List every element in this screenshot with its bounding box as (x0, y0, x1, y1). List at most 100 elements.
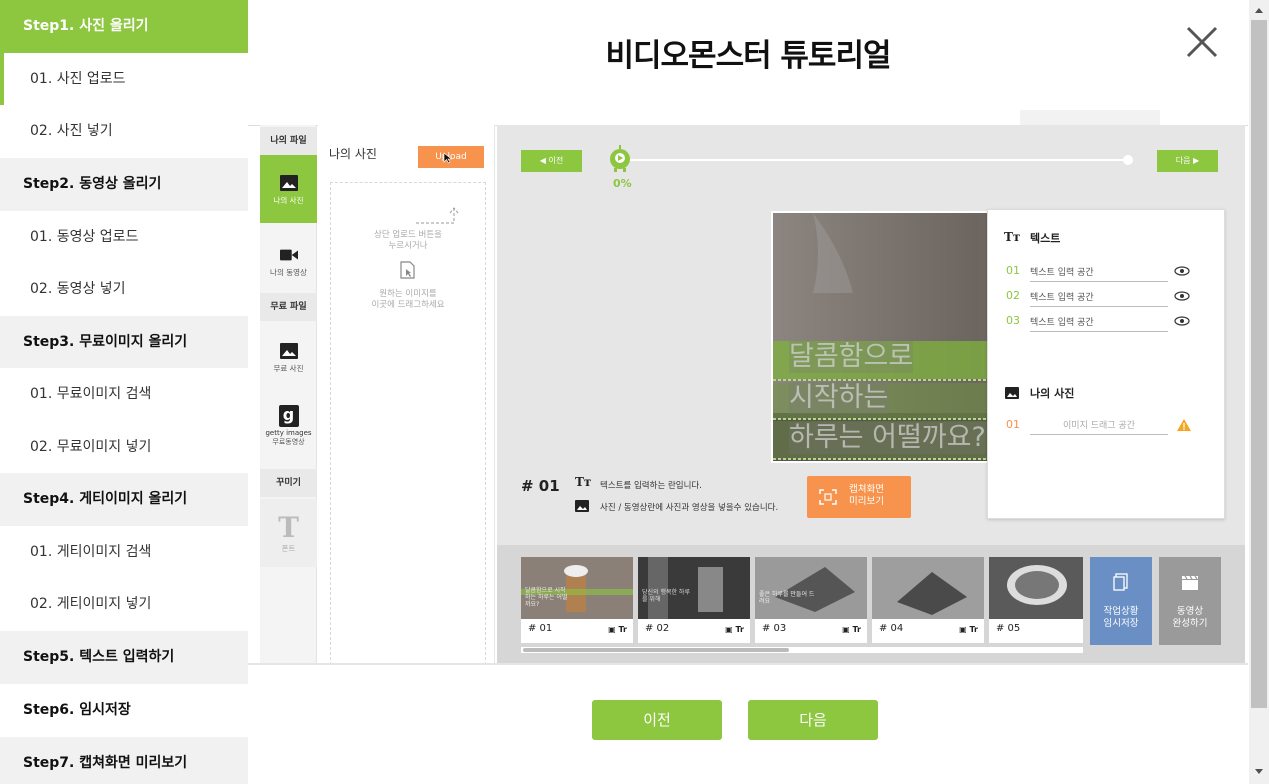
stage-text-line2[interactable]: 시작하는 (789, 382, 889, 414)
photo-drop-field[interactable]: 이미지 드래그 공간 (1030, 418, 1168, 435)
eye-icon[interactable] (1174, 316, 1190, 326)
photo-row-num: 01 (1006, 418, 1020, 431)
sidebar-sub-4-1[interactable]: 01. 게티이미지 검색 (0, 526, 248, 578)
tab-my-photo[interactable]: 나의 사진 (260, 155, 317, 223)
close-icon[interactable] (1184, 24, 1220, 60)
text-row-3-num: 03 (1006, 314, 1020, 327)
sidebar-sub-3-1[interactable]: 01. 무료이미지 검색 (0, 368, 248, 420)
sidebar-step-5[interactable]: Step5. 텍스트 입력하기 (0, 631, 248, 684)
capture-preview-l1: 캡쳐화면 (849, 484, 884, 495)
thumb-caption: 달콤함으로 시작하는 하루는 어떨까요? (525, 587, 568, 608)
scene-thumb-2[interactable]: 당신의 행복한 하루를 위해 # 02 ▣ Tr (638, 557, 750, 643)
text-header: 텍스트 (1030, 232, 1061, 245)
sidebar-step-7[interactable]: Step7. 캡쳐화면 미리보기 (0, 737, 248, 784)
sidebar-step-4[interactable]: Step4. 게티이미지 올리기 (0, 473, 248, 526)
timeline-track (617, 159, 1129, 161)
timeline-prev-button[interactable]: ◀ 이전 (521, 150, 582, 172)
video-camera-icon (279, 249, 298, 261)
upload-hint-line1: 상단 업로드 버튼을 (374, 230, 442, 240)
tab-font-label: 폰트 (281, 544, 296, 553)
scrollbar-thumb[interactable] (1251, 20, 1267, 708)
save-document-icon (1113, 573, 1128, 591)
photo-header: 나의 사진 (1030, 387, 1075, 400)
thumb-caption: 당신의 행복한 하루를 위해 (642, 589, 690, 603)
sidebar-step-6[interactable]: Step6. 임시저장 (0, 684, 248, 737)
text-row-1-input[interactable]: 텍스트 입력 공간 (1030, 265, 1168, 282)
sidebar-sub-3-2[interactable]: 02. 무료이미지 넣기 (0, 421, 248, 473)
scene-text-hint: 텍스트를 입력하는 란입니다. (600, 481, 702, 491)
tab-head-free-files: 무료 파일 (260, 293, 317, 321)
sidebar-sub-1-1[interactable]: 01. 사진 업로드 (0, 53, 248, 105)
sidebar-sub-4-2[interactable]: 02. 게티이미지 넣기 (0, 578, 248, 630)
getty-label: getty images (265, 429, 312, 437)
thumb-type-icons: ▣ Tr (842, 625, 861, 634)
tab-head-my-files: 나의 파일 (260, 127, 317, 155)
thumb-scroll-thumb[interactable] (523, 648, 789, 652)
temp-save-button[interactable]: 작업상황 임시저장 (1090, 557, 1152, 645)
upload-hint-line2: 누르시거나 (388, 241, 428, 251)
scene-thumbnail-bar: 달콤함으로 시작하는 하루는 어떨까요? # 01 ▣ Tr 당신의 행복한 하… (497, 545, 1245, 665)
timeline-next-button[interactable]: 다음 ▶ (1157, 150, 1218, 172)
thumb-caption: 좋은 하루를 만들어 드려요 (759, 591, 815, 605)
tab-free-video-label: 무료동영상 (272, 438, 305, 446)
tab-font[interactable]: T 폰트 (260, 499, 317, 567)
scene-thumb-1[interactable]: 달콤함으로 시작하는 하루는 어떨까요? # 01 ▣ Tr (521, 557, 633, 643)
next-button[interactable]: 다음 (748, 700, 878, 740)
app-preview: 나의 파일 나의 사진 나의 동영상 무료 파일 무료 사진 g getty i… (248, 125, 1248, 665)
scene-thumb-5[interactable]: # 05 (989, 557, 1083, 643)
file-tabs: 나의 파일 나의 사진 나의 동영상 무료 파일 무료 사진 g getty i… (260, 125, 317, 665)
text-input-panel: Tт 텍스트 01 텍스트 입력 공간 02 텍스트 입력 공간 03 텍스트 … (987, 209, 1225, 519)
sidebar-step-1[interactable]: Step1. 사진 올리기 (0, 0, 248, 53)
sidebar-step-2[interactable]: Step2. 동영상 올리기 (0, 158, 248, 211)
tab-my-photo-label: 나의 사진 (273, 196, 304, 205)
tab-my-video-label: 나의 동영상 (270, 268, 307, 277)
capture-preview-l2: 미리보기 (849, 496, 884, 507)
thumb-number: # 05 (996, 623, 1021, 634)
prev-button[interactable]: 이전 (592, 700, 722, 740)
thumb-number: # 01 (528, 623, 553, 634)
capture-preview-button[interactable]: 캡쳐화면 미리보기 (807, 476, 911, 518)
getty-g-icon: g (278, 405, 299, 427)
clapperboard-icon (1182, 575, 1198, 590)
scroll-up-icon[interactable] (1253, 6, 1265, 14)
tab-free-photo[interactable]: 무료 사진 (260, 323, 317, 387)
sidebar-step-3[interactable]: Step3. 무료이미지 올리기 (0, 316, 248, 369)
tutorial-sidebar: Step1. 사진 올리기 01. 사진 업로드 02. 사진 넣기 Step2… (0, 0, 248, 784)
text-row-3-input[interactable]: 텍스트 입력 공간 (1030, 315, 1168, 332)
scene-number: # 01 (521, 477, 560, 495)
upload-hint: 상단 업로드 버튼을 누르시거나 (348, 230, 468, 252)
text-type-icon: Tт (575, 475, 592, 489)
thumb-image (872, 557, 984, 619)
image-icon (1005, 387, 1019, 399)
scroll-down-icon[interactable] (1253, 768, 1265, 776)
eye-icon[interactable] (1174, 266, 1190, 276)
drag-hint: 원하는 이미지를 이곳에 드래그하세요 (348, 289, 468, 311)
scene-thumb-4[interactable]: # 04 ▣ Tr (872, 557, 984, 643)
capture-icon (819, 489, 837, 505)
timeline-progress-label: 0% (613, 177, 632, 190)
drop-zone[interactable] (330, 182, 486, 665)
text-row-2-input[interactable]: 텍스트 입력 공간 (1030, 290, 1168, 307)
stage-text-line1[interactable]: 달콤함으로 (789, 341, 914, 373)
thumb-type-icons: ▣ Tr (608, 625, 627, 634)
thumb-image (755, 557, 867, 619)
eye-icon[interactable] (1174, 291, 1190, 301)
sidebar-sub-1-2[interactable]: 02. 사진 넣기 (0, 105, 248, 157)
sidebar-sub-2-2[interactable]: 02. 동영상 넣기 (0, 263, 248, 315)
sidebar-sub-2-1[interactable]: 01. 동영상 업로드 (0, 211, 248, 263)
scene-thumb-3[interactable]: 좋은 하루를 만들어 드려요 # 03 ▣ Tr (755, 557, 867, 643)
monster-progress-icon[interactable] (607, 143, 633, 173)
page-title: 비디오몬스터 튜토리얼 (605, 38, 892, 74)
thumb-number: # 02 (645, 623, 670, 634)
editor-area: ◀ 이전 다음 ▶ 0% 달콤함으로 시작하는 하루는 어떨까요? # 01 T… (497, 125, 1245, 665)
finish-video-button[interactable]: 동영상 완성하기 (1159, 557, 1221, 645)
tab-my-video[interactable]: 나의 동영상 (260, 225, 317, 289)
text-header-icon: Tт (1004, 230, 1021, 244)
tab-getty[interactable]: g getty images 무료동영상 (260, 395, 317, 465)
thumb-type-icons: ▣ Tr (725, 625, 744, 634)
drag-file-icon (400, 261, 415, 279)
stage-text-line3[interactable]: 하루는 어떨까요? (789, 422, 986, 454)
arrow-up-right-icon (416, 207, 459, 224)
temp-save-l2: 임시저장 (1103, 618, 1139, 629)
image-icon (279, 343, 298, 359)
